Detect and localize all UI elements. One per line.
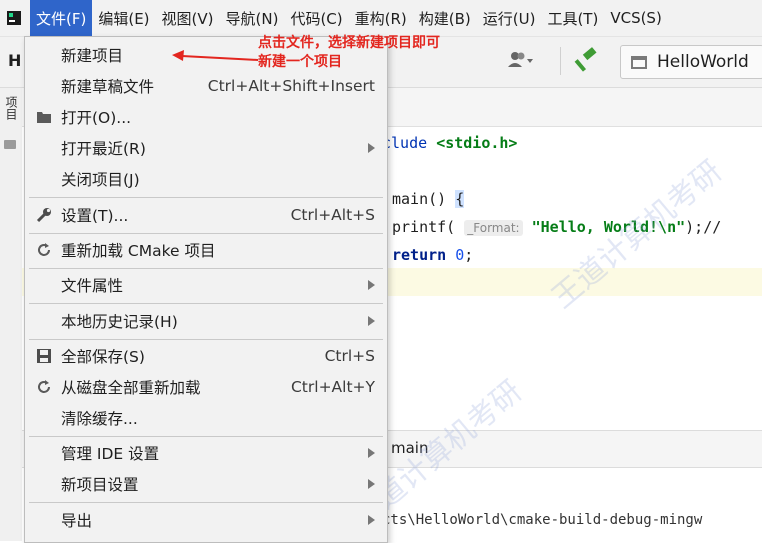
submenu-arrow-icon: [368, 142, 375, 153]
submenu-arrow-icon: [368, 315, 375, 326]
submenu-arrow-icon: [368, 514, 375, 525]
menu-item-open[interactable]: 打开(O)...: [25, 101, 387, 132]
project-tool-tab[interactable]: 项目: [3, 96, 20, 120]
menu-item-save-all[interactable]: 全部保存(S) Ctrl+S: [25, 340, 387, 371]
submenu-arrow-icon: [368, 447, 375, 458]
tool-window-strip: 项目: [0, 88, 23, 541]
menu-refactor[interactable]: 重构(R): [349, 0, 413, 36]
menu-item-export[interactable]: 导出: [25, 504, 387, 535]
output-path: cts\HelloWorld\cmake-build-debug-mingw: [382, 512, 703, 528]
user-account-icon[interactable]: [508, 51, 534, 73]
menu-vcs[interactable]: VCS(S): [604, 0, 667, 36]
file-menu-dropdown: 新建项目 新建草稿文件 Ctrl+Alt+Shift+Insert 打开(O).…: [24, 36, 388, 543]
menu-separator: [29, 502, 383, 503]
run-tab-label[interactable]: main: [391, 439, 428, 457]
menu-item-settings[interactable]: 设置(T)... Ctrl+Alt+S: [25, 199, 387, 230]
annotation-note: 点击文件，选择新建项目即可 新建一个项目: [258, 34, 440, 72]
code-line-include: clude <stdio.h>: [382, 134, 518, 152]
reload-icon: [35, 378, 53, 396]
menu-separator: [29, 303, 383, 304]
menu-tools[interactable]: 工具(T): [541, 0, 604, 36]
submenu-arrow-icon: [368, 478, 375, 489]
app-icon: [6, 10, 22, 26]
menu-bar: 文件(F) 编辑(E) 视图(V) 导航(N) 代码(C) 重构(R) 构建(B…: [0, 0, 762, 37]
wrench-icon: [35, 206, 53, 224]
menu-separator: [29, 197, 383, 198]
save-icon: [35, 347, 53, 365]
folder-icon: [35, 108, 53, 126]
project-name[interactable]: H: [8, 51, 21, 70]
reload-icon: [35, 241, 53, 259]
menu-view[interactable]: 视图(V): [156, 0, 220, 36]
folder-icon: [4, 140, 16, 149]
menu-item-file-properties[interactable]: 文件属性: [25, 269, 387, 300]
run-config-label: HelloWorld: [657, 52, 749, 72]
menu-navigate[interactable]: 导航(N): [220, 0, 285, 36]
build-hammer-icon[interactable]: [574, 47, 600, 77]
menu-item-close-project[interactable]: 关闭项目(J): [25, 163, 387, 194]
code-line-return: return 0;: [392, 246, 474, 264]
code-line-printf: printf( _Format: "Hello, World!\n");//: [392, 218, 722, 236]
menu-item-manage-ide-settings[interactable]: 管理 IDE 设置: [25, 437, 387, 468]
param-hint: _Format:: [464, 220, 523, 236]
menu-file[interactable]: 文件(F): [30, 0, 93, 36]
menu-edit[interactable]: 编辑(E): [92, 0, 155, 36]
menu-code[interactable]: 代码(C): [284, 0, 348, 36]
menu-run[interactable]: 运行(U): [477, 0, 542, 36]
menu-item-new-scratch[interactable]: 新建草稿文件 Ctrl+Alt+Shift+Insert: [25, 70, 387, 101]
menu-item-reload-cmake[interactable]: 重新加载 CMake 项目: [25, 234, 387, 265]
annotation-arrow: [170, 46, 260, 70]
menu-build[interactable]: 构建(B): [413, 0, 477, 36]
menu-item-reload-all[interactable]: 从磁盘全部重新加载 Ctrl+Alt+Y: [25, 371, 387, 402]
run-config-selector[interactable]: HelloWorld: [620, 45, 762, 79]
submenu-arrow-icon: [368, 279, 375, 290]
toolbar-separator: [560, 47, 561, 75]
menu-item-invalidate-caches[interactable]: 清除缓存...: [25, 402, 387, 433]
window-icon: [631, 55, 647, 69]
menu-item-open-recent[interactable]: 打开最近(R): [25, 132, 387, 163]
code-line-main: main() {: [392, 190, 465, 208]
annotation-line-2: 新建一个项目: [258, 54, 342, 70]
menu-item-new-project-settings[interactable]: 新项目设置: [25, 468, 387, 499]
annotation-line-1: 点击文件，选择新建项目即可: [258, 35, 440, 51]
menu-item-local-history[interactable]: 本地历史记录(H): [25, 305, 387, 336]
